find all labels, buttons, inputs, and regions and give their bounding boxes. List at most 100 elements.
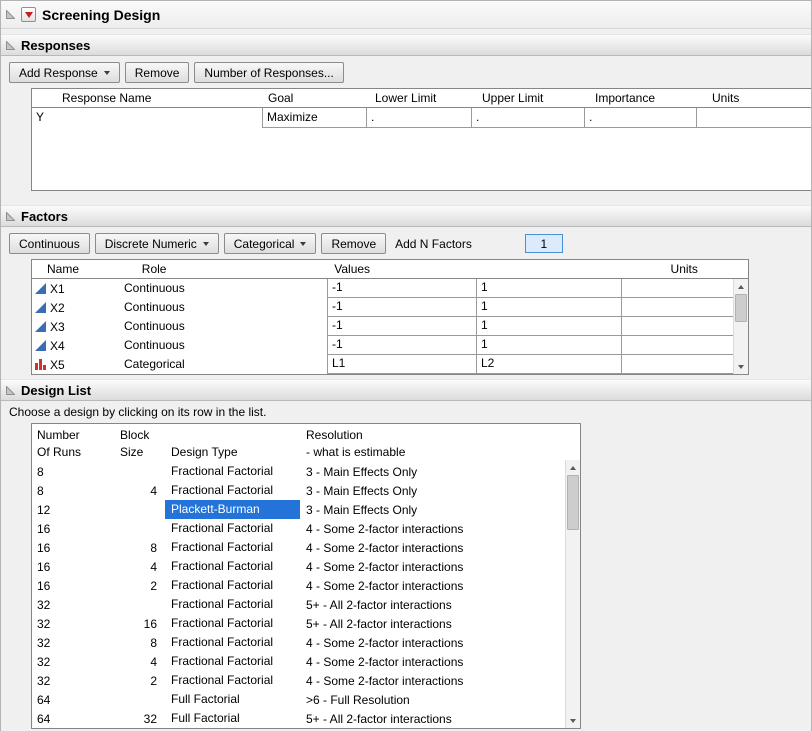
factor-value2-cell[interactable]: 1 (477, 336, 622, 355)
column-header-resolution: Resolution (300, 428, 580, 442)
factor-value2-cell[interactable]: 1 (477, 317, 622, 336)
disclosure-triangle-icon[interactable] (6, 386, 15, 395)
factor-value2-cell[interactable]: 1 (477, 279, 622, 298)
design-row[interactable]: 16 2 Fractional Factorial 4 - Some 2-fac… (32, 576, 565, 595)
responses-table-header: Response Name Goal Lower Limit Upper Lim… (32, 89, 811, 108)
scroll-up-arrow-icon (738, 285, 744, 289)
red-triangle-icon (25, 12, 33, 18)
number-of-responses-button[interactable]: Number of Responses... (194, 62, 343, 83)
response-upper-limit-cell[interactable]: . (472, 108, 585, 128)
continuous-button[interactable]: Continuous (9, 233, 90, 254)
factor-row[interactable]: X5 Categorical L1 L2 (32, 355, 748, 374)
scrollbar-thumb[interactable] (735, 294, 747, 322)
column-header-design-type: Design Type (165, 445, 300, 459)
scrollbar-track[interactable] (734, 294, 748, 359)
response-units-cell[interactable] (697, 108, 811, 128)
design-resolution: 4 - Some 2-factor interactions (300, 636, 565, 650)
design-list-section-title: Design List (21, 383, 91, 398)
remove-factor-button[interactable]: Remove (321, 233, 386, 254)
factor-value1-cell[interactable]: L1 (327, 355, 477, 374)
design-type: Fractional Factorial (165, 538, 300, 557)
factors-scrollbar[interactable] (733, 279, 748, 374)
design-list-body: 8 Fractional Factorial 3 - Main Effects … (32, 460, 580, 728)
response-importance-cell[interactable]: . (585, 108, 697, 128)
categorical-label: Categorical (234, 237, 295, 251)
factor-value1-cell[interactable]: -1 (327, 317, 477, 336)
column-header-number: Number (32, 428, 117, 442)
remove-response-button[interactable]: Remove (125, 62, 190, 83)
design-row[interactable]: 32 2 Fractional Factorial 4 - Some 2-fac… (32, 671, 565, 690)
factor-value1-cell[interactable]: -1 (327, 298, 477, 317)
design-runs: 32 (32, 598, 117, 612)
add-n-factors-input[interactable] (525, 234, 563, 253)
discrete-numeric-button[interactable]: Discrete Numeric (95, 233, 219, 254)
design-row-selected[interactable]: 12 Plackett-Burman 3 - Main Effects Only (32, 500, 565, 519)
design-row[interactable]: 8 4 Fractional Factorial 3 - Main Effect… (32, 481, 565, 500)
design-row[interactable]: 64 Full Factorial >6 - Full Resolution (32, 690, 565, 709)
design-resolution: 5+ - All 2-factor interactions (300, 617, 565, 631)
design-runs: 16 (32, 541, 117, 555)
design-row[interactable]: 32 8 Fractional Factorial 4 - Some 2-fac… (32, 633, 565, 652)
response-goal-cell[interactable]: Maximize (262, 108, 367, 128)
design-row[interactable]: 16 Fractional Factorial 4 - Some 2-facto… (32, 519, 565, 538)
disclosure-triangle-icon[interactable] (6, 10, 15, 19)
factor-value1-cell[interactable]: -1 (327, 336, 477, 355)
design-resolution: 3 - Main Effects Only (300, 465, 565, 479)
design-type: Fractional Factorial (165, 481, 300, 500)
design-runs: 16 (32, 560, 117, 574)
scroll-down-button[interactable] (734, 359, 748, 374)
design-block-size: 4 (117, 484, 165, 498)
factor-units-cell[interactable] (622, 317, 735, 336)
categorical-button[interactable]: Categorical (224, 233, 317, 254)
design-runs: 32 (32, 617, 117, 631)
factor-value2-cell[interactable]: L2 (477, 355, 622, 374)
design-list-scrollbar[interactable] (565, 460, 580, 728)
design-row[interactable]: 8 Fractional Factorial 3 - Main Effects … (32, 462, 565, 481)
red-triangle-menu-button[interactable] (21, 7, 36, 22)
design-row[interactable]: 32 16 Fractional Factorial 5+ - All 2-fa… (32, 614, 565, 633)
column-header-upper-limit: Upper Limit (472, 91, 585, 105)
design-type-selected: Plackett-Burman (165, 500, 300, 519)
response-row[interactable]: Y Maximize . . . (32, 108, 811, 128)
factor-role-cell: Continuous (122, 298, 327, 317)
design-row[interactable]: 64 32 Full Factorial 5+ - All 2-factor i… (32, 709, 565, 728)
add-response-button[interactable]: Add Response (9, 62, 120, 83)
design-row[interactable]: 32 Fractional Factorial 5+ - All 2-facto… (32, 595, 565, 614)
scrollbar-track[interactable] (566, 475, 580, 713)
design-type: Full Factorial (165, 690, 300, 709)
factor-value1-cell[interactable]: -1 (327, 279, 477, 298)
scrollbar-thumb[interactable] (567, 475, 579, 530)
scroll-up-button[interactable] (734, 279, 748, 294)
factor-units-cell[interactable] (622, 298, 735, 317)
scroll-down-button[interactable] (566, 713, 580, 728)
design-row[interactable]: 16 4 Fractional Factorial 4 - Some 2-fac… (32, 557, 565, 576)
design-row[interactable]: 32 4 Fractional Factorial 4 - Some 2-fac… (32, 652, 565, 671)
design-row[interactable]: 16 8 Fractional Factorial 4 - Some 2-fac… (32, 538, 565, 557)
factor-row[interactable]: X4 Continuous -1 1 (32, 336, 748, 355)
factor-row[interactable]: X3 Continuous -1 1 (32, 317, 748, 336)
factor-units-cell[interactable] (622, 336, 735, 355)
design-list-instruction: Choose a design by clicking on its row i… (9, 405, 811, 419)
design-type: Fractional Factorial (165, 633, 300, 652)
column-header-size: Size (117, 445, 165, 459)
design-list-section-header: Design List (1, 379, 811, 401)
responses-table: Response Name Goal Lower Limit Upper Lim… (31, 88, 812, 191)
response-name-cell[interactable]: Y (32, 108, 262, 128)
design-resolution: 4 - Some 2-factor interactions (300, 560, 565, 574)
continuous-factor-icon (35, 321, 46, 332)
disclosure-triangle-icon[interactable] (6, 41, 15, 50)
design-runs: 8 (32, 465, 117, 479)
factor-value2-cell[interactable]: 1 (477, 298, 622, 317)
factor-units-cell[interactable] (622, 279, 735, 298)
disclosure-triangle-icon[interactable] (6, 212, 15, 221)
factor-row[interactable]: X1 Continuous -1 1 (32, 279, 748, 298)
design-type: Fractional Factorial (165, 576, 300, 595)
factor-name: X5 (50, 358, 65, 372)
scroll-down-arrow-icon (738, 365, 744, 369)
design-type: Fractional Factorial (165, 519, 300, 538)
design-runs: 32 (32, 674, 117, 688)
response-lower-limit-cell[interactable]: . (367, 108, 472, 128)
scroll-up-button[interactable] (566, 460, 580, 475)
factor-units-cell[interactable] (622, 355, 735, 374)
factor-row[interactable]: X2 Continuous -1 1 (32, 298, 748, 317)
